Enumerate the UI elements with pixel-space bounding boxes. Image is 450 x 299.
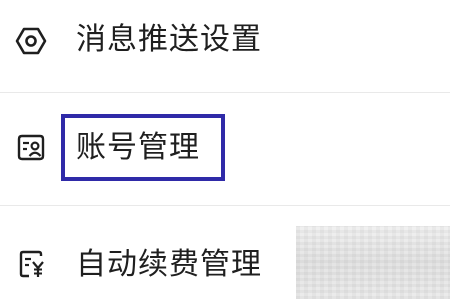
settings-hex-icon (14, 24, 48, 58)
menu-item-label: 消息推送设置 (76, 22, 262, 57)
blurred-watermark (296, 226, 450, 299)
divider (0, 205, 450, 206)
account-card-icon (14, 130, 48, 164)
menu-item-label: 自动续费管理 (76, 247, 262, 282)
menu-item-account-management[interactable]: 账号管理 (0, 110, 450, 190)
menu-item-label: 账号管理 (76, 130, 200, 165)
menu-item-message-push-settings[interactable]: 消息推送设置 (0, 0, 450, 80)
renewal-billing-icon (14, 247, 48, 281)
divider (0, 92, 450, 93)
settings-menu-page: 消息推送设置 账号管理 自动续费管理 (0, 0, 450, 299)
